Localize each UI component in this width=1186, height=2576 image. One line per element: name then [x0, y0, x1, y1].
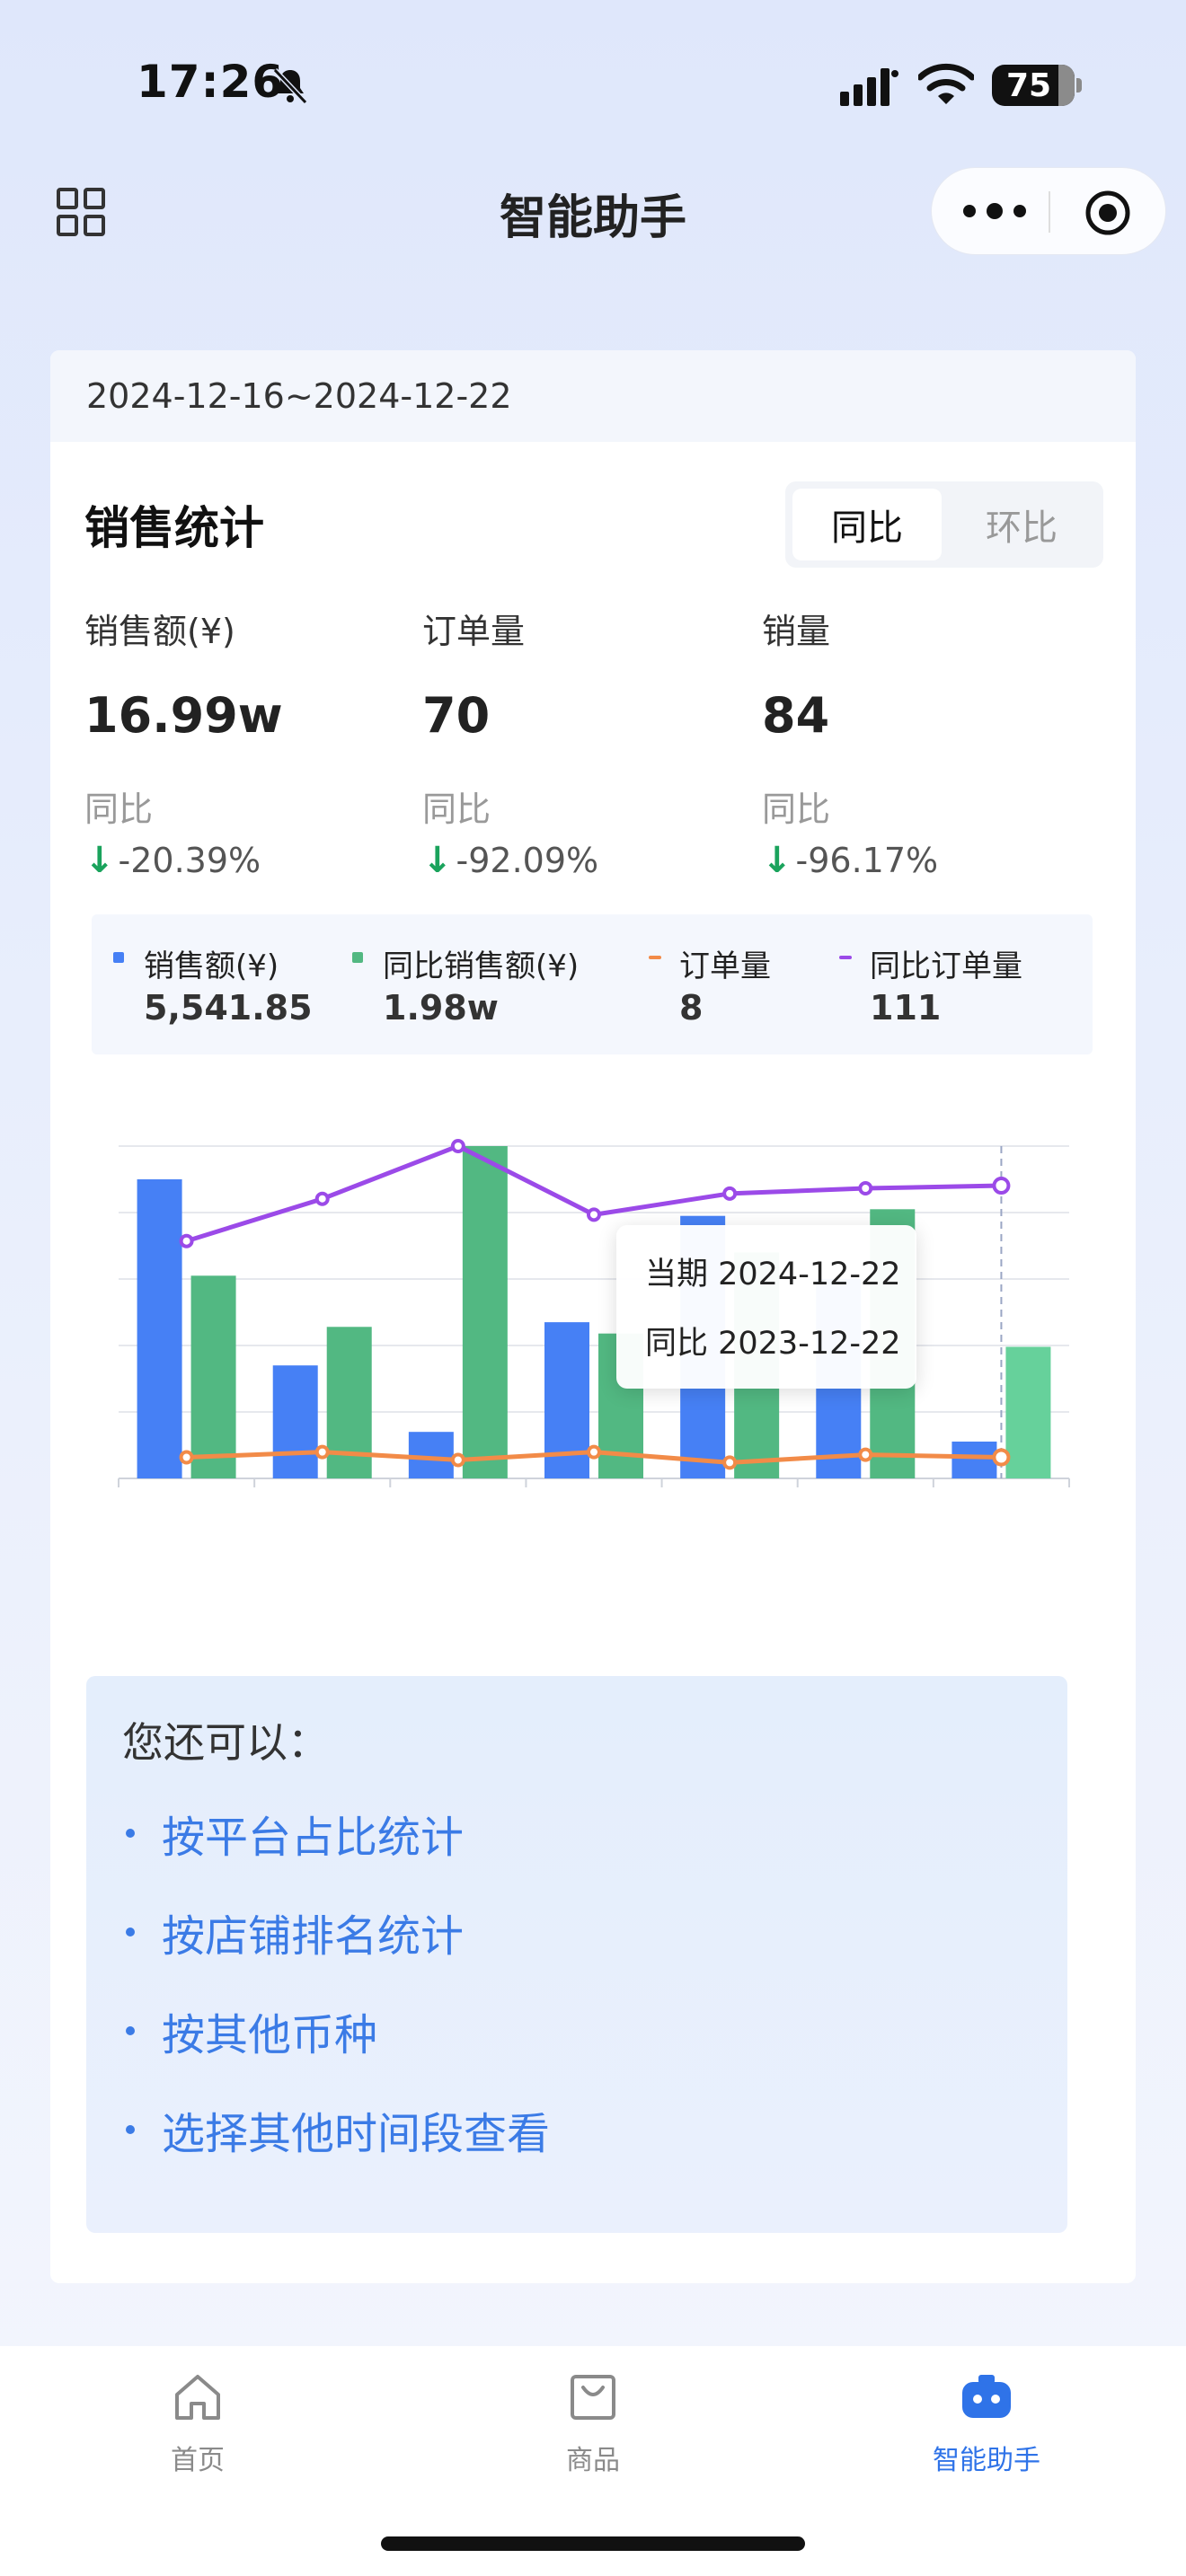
tab-label: 首页 — [171, 2445, 225, 2476]
suggestion-label: 按平台占比统计 — [162, 1813, 465, 1863]
suggestion-label: 按店铺排名统计 — [162, 1911, 465, 1962]
suggestions-heading: 您还可以： — [122, 1718, 329, 1767]
bell-muted-icon — [272, 67, 308, 105]
home-indicator — [381, 2536, 805, 2551]
line-point — [858, 1447, 873, 1462]
sales-chart[interactable]: 12-1612-1712-1812-1912-2012-2112-22 — [50, 1096, 1136, 1491]
arrow-down-icon: ↓ — [84, 840, 115, 881]
line-point — [722, 1186, 738, 1201]
bullet-icon — [126, 2125, 135, 2134]
legend-value: 5,541.85 — [144, 988, 313, 1028]
mini-program-capsule — [931, 167, 1166, 255]
sales-card: 2024-12-16~2024-12-22 销售统计 同比 环比 销售额(¥) … — [50, 350, 1136, 2283]
legend-value: 8 — [679, 988, 704, 1028]
metric-change: -96.17% — [795, 841, 939, 880]
line-point — [587, 1444, 601, 1460]
chart-legend: 销售额(¥) 5,541.85 同比销售额(¥) 1.98w 订单量 8 同比订… — [92, 914, 1093, 1054]
metric-sales: 销售额(¥) 16.99w 同比 ↓ -20.39% — [84, 604, 408, 881]
metric-value: 70 — [422, 687, 491, 744]
metric-value: 16.99w — [84, 687, 283, 744]
metric-compare-label: 同比 — [762, 790, 831, 829]
tab-home[interactable]: 首页 — [108, 2369, 288, 2477]
line-point — [450, 1452, 465, 1468]
metric-label: 销量 — [762, 612, 831, 651]
legend-name: 订单量 — [679, 948, 771, 984]
line-point — [858, 1180, 873, 1195]
line-point — [992, 1177, 1011, 1195]
bar-yoy-sales — [462, 1146, 508, 1478]
shopping-bag-icon — [571, 2375, 615, 2420]
line-point — [992, 1448, 1011, 1467]
status-bar: 17:26 75 — [0, 0, 1186, 171]
legend-name: 销售额(¥) — [144, 948, 279, 984]
tab-label: 智能助手 — [933, 2445, 1040, 2476]
bar-yoy-sales — [190, 1275, 236, 1478]
bullet-icon — [126, 2026, 135, 2035]
metric-compare-label: 同比 — [84, 790, 154, 829]
metric-label: 订单量 — [422, 612, 526, 651]
bullet-icon — [126, 1829, 135, 1838]
close-target-icon[interactable] — [1083, 188, 1133, 238]
metric-change: -20.39% — [118, 841, 261, 880]
tooltip-current-period: 当期 2024-12-22 — [645, 1257, 901, 1292]
bar-sales — [408, 1432, 454, 1478]
tab-assistant[interactable]: 智能助手 — [897, 2369, 1076, 2477]
section-title: 销售统计 — [84, 502, 264, 554]
legend-marker — [839, 956, 852, 959]
legend-name: 同比订单量 — [870, 948, 1022, 984]
bar-yoy-sales — [1005, 1346, 1051, 1478]
metric-label: 销售额(¥) — [84, 612, 235, 651]
battery-level: 75 — [1006, 66, 1052, 104]
line-point — [450, 1139, 465, 1153]
suggestion-platform-share[interactable]: 按平台占比统计 — [122, 1802, 464, 1865]
legend-value: 1.98w — [383, 988, 499, 1028]
legend-marker — [352, 952, 363, 963]
tab-products[interactable]: 商品 — [503, 2369, 683, 2477]
suggestions-panel: 您还可以： 按平台占比统计 按店铺排名统计 按其他币种 选择其他时间段查看 — [86, 1676, 1067, 2233]
cellular-signal-icon — [840, 68, 898, 106]
tab-label: 商品 — [566, 2445, 620, 2476]
suggestion-other-currency[interactable]: 按其他币种 — [122, 1999, 377, 2062]
more-dots-icon[interactable] — [960, 195, 1029, 227]
legend-value: 111 — [870, 988, 942, 1028]
capsule-divider — [1049, 191, 1050, 233]
line-point — [722, 1455, 738, 1470]
wifi-icon — [918, 63, 974, 104]
suggestion-other-period[interactable]: 选择其他时间段查看 — [122, 2098, 550, 2161]
metric-change: -92.09% — [456, 841, 599, 880]
home-icon — [175, 2375, 220, 2420]
legend-marker — [649, 956, 661, 959]
arrow-down-icon: ↓ — [762, 840, 792, 881]
toggle-mom[interactable]: 环比 — [947, 489, 1096, 560]
bar-sales — [272, 1365, 318, 1478]
metric-orders: 订单量 70 同比 ↓ -92.09% — [422, 604, 746, 881]
line-point — [587, 1207, 601, 1222]
metric-volume: 销量 84 同比 ↓ -96.17% — [762, 604, 1085, 881]
line-point — [314, 1191, 330, 1206]
line-point — [179, 1233, 194, 1248]
suggestion-label: 选择其他时间段查看 — [162, 2109, 551, 2159]
robot-assistant-icon — [962, 2375, 1011, 2418]
chart-tooltip: 当期 2024-12-22 同比 2023-12-22 — [616, 1225, 916, 1389]
status-time: 17:26 — [137, 56, 285, 108]
toggle-yoy[interactable]: 同比 — [792, 489, 942, 560]
bullet-icon — [126, 1928, 135, 1936]
legend-marker — [113, 952, 124, 963]
battery-icon: 75 — [992, 65, 1082, 106]
suggestion-store-ranking[interactable]: 按店铺排名统计 — [122, 1901, 464, 1963]
arrow-down-icon: ↓ — [422, 840, 453, 881]
bar-sales — [951, 1441, 997, 1478]
metric-compare-label: 同比 — [422, 790, 491, 829]
compare-toggle: 同比 环比 — [785, 481, 1103, 568]
tooltip-yoy-period: 同比 2023-12-22 — [645, 1326, 901, 1362]
date-range[interactable]: 2024-12-16~2024-12-22 — [50, 350, 1136, 442]
bar-sales — [137, 1179, 182, 1478]
legend-name: 同比销售额(¥) — [383, 948, 580, 984]
suggestion-label: 按其他币种 — [162, 2010, 378, 2060]
line-point — [314, 1444, 330, 1460]
line-point — [179, 1450, 194, 1465]
metric-value: 84 — [762, 687, 830, 744]
